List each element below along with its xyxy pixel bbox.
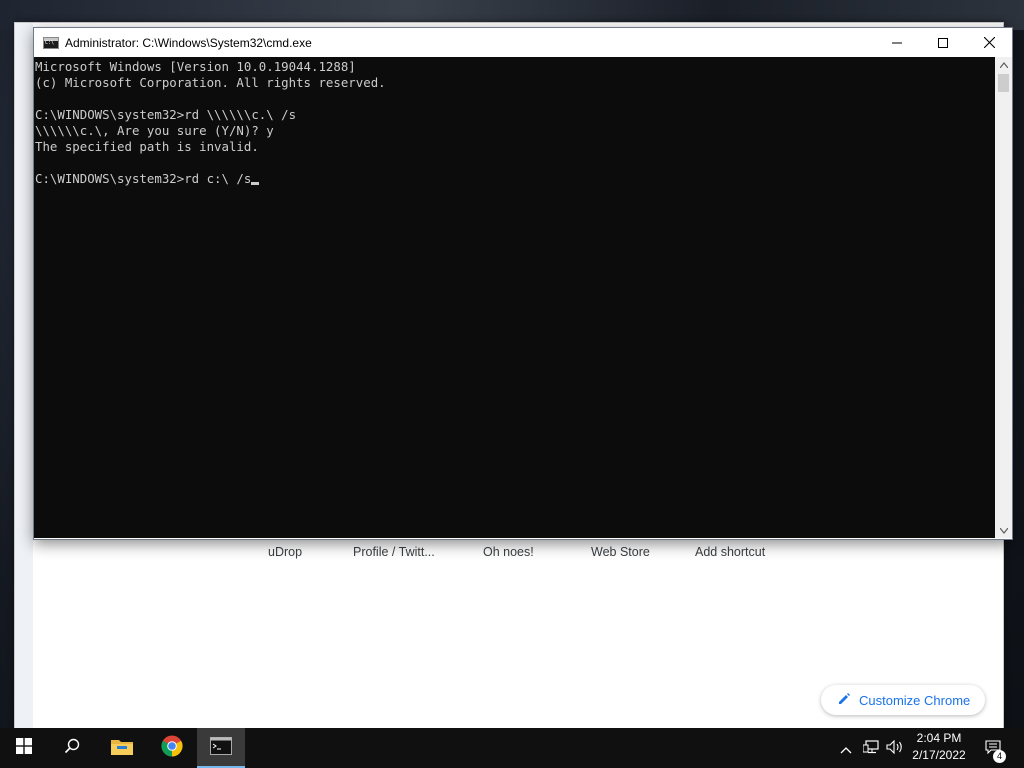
pencil-icon [837, 691, 851, 710]
console-output[interactable]: Microsoft Windows [Version 10.0.19044.12… [34, 57, 995, 538]
shortcut-row: uDrop Profile / Twitt... Oh noes! Web St… [15, 545, 1003, 567]
console-line: Microsoft Windows [Version 10.0.19044.12… [35, 59, 356, 74]
console-prompt-line[interactable]: C:\WINDOWS\system32>rd c:\ /s [35, 171, 995, 187]
network-icon [862, 739, 879, 758]
search-icon [64, 738, 80, 758]
taskbar-cmd[interactable] [197, 728, 245, 768]
console-line: \\\\\\c.\, Are you sure (Y/N)? y [35, 123, 274, 138]
notification-count-badge: 4 [993, 750, 1006, 763]
shortcut-add[interactable]: Add shortcut [695, 545, 765, 559]
console-command: C:\WINDOWS\system32>rd c:\ /s [35, 171, 252, 186]
shortcut-web-store[interactable]: Web Store [591, 545, 650, 559]
console-line: (c) Microsoft Corporation. All rights re… [35, 75, 386, 90]
volume-button[interactable] [884, 728, 906, 768]
search-button[interactable] [48, 728, 96, 768]
clock-date: 2/17/2022 [912, 748, 966, 762]
taskbar-clock[interactable]: 2:04 PM 2/17/2022 [906, 730, 972, 766]
maximize-button[interactable] [920, 28, 966, 57]
chevron-up-icon [840, 739, 852, 758]
taskbar-file-explorer[interactable] [98, 728, 146, 768]
cmd-window[interactable]: Administrator: C:\Windows\System32\cmd.e… [33, 27, 1013, 540]
close-button[interactable] [966, 28, 1012, 57]
clock-time: 2:04 PM [916, 731, 962, 745]
action-center-button[interactable] [978, 728, 1008, 768]
title-bar[interactable]: Administrator: C:\Windows\System32\cmd.e… [34, 28, 1012, 57]
chrome-icon [161, 735, 183, 761]
scroll-down-icon[interactable] [995, 523, 1012, 538]
close-icon [983, 33, 995, 52]
customize-chrome-label: Customize Chrome [859, 692, 971, 708]
text-cursor [251, 182, 260, 185]
customize-chrome-button[interactable]: Customize Chrome [821, 685, 985, 715]
taskbar-chrome[interactable] [148, 728, 196, 768]
volume-icon [886, 739, 904, 758]
window-title: Administrator: C:\Windows\System32\cmd.e… [65, 35, 312, 50]
shortcut-udrop[interactable]: uDrop [268, 545, 302, 559]
maximize-icon [938, 33, 948, 52]
vertical-scrollbar[interactable] [995, 57, 1012, 538]
file-explorer-icon [111, 737, 133, 759]
shortcut-profile-twitter[interactable]: Profile / Twitt... [353, 545, 435, 559]
windows-start-icon [16, 738, 32, 758]
console-line: The specified path is invalid. [35, 139, 259, 154]
cmd-icon [210, 737, 232, 759]
show-hidden-icons-button[interactable] [836, 728, 856, 768]
scrollbar-thumb[interactable] [998, 74, 1009, 92]
taskbar: 2:04 PM 2/17/2022 4 [0, 728, 1024, 768]
shortcut-oh-noes[interactable]: Oh noes! [483, 545, 534, 559]
console-line: C:\WINDOWS\system32>rd \\\\\\c.\ /s [35, 107, 297, 122]
cmd-app-icon[interactable] [43, 36, 59, 49]
start-button[interactable] [0, 728, 48, 768]
chrome-window-edge [15, 23, 33, 728]
minimize-button[interactable] [874, 28, 920, 57]
minimize-icon [892, 33, 902, 52]
scroll-up-icon[interactable] [995, 57, 1012, 72]
network-button[interactable] [860, 728, 882, 768]
